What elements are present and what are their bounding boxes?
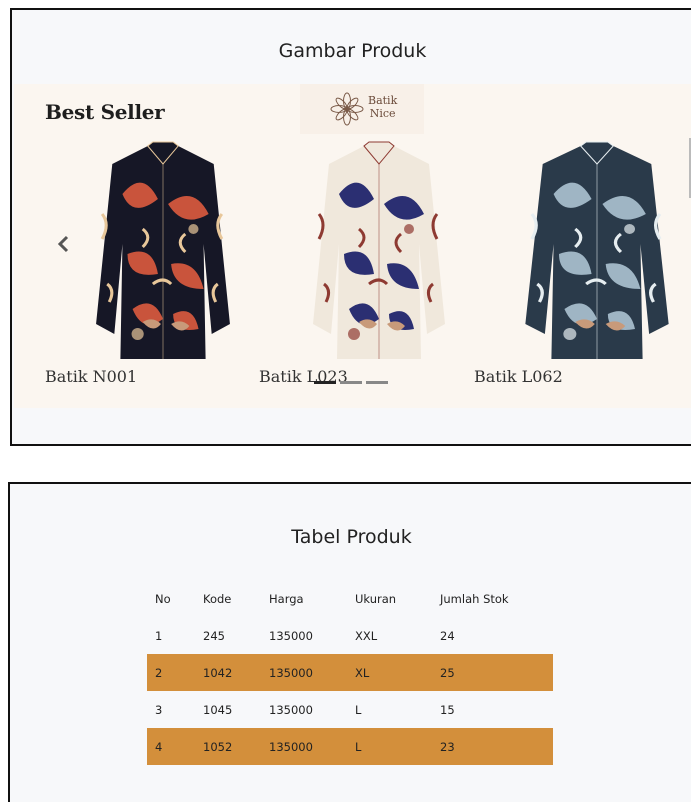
table-row: 4 1052 135000 L 23	[147, 728, 553, 765]
cell-ukuran: XXL	[355, 628, 378, 643]
table-header-row: No Kode Harga Ukuran Jumlah Stok	[147, 580, 553, 617]
table-row: 3 1045 135000 L 15	[147, 691, 553, 728]
flower-logo-icon	[330, 92, 364, 126]
header-kode: Kode	[203, 591, 232, 606]
cell-no: 2	[147, 654, 195, 691]
table-row: 1 245 135000 XXL 24	[147, 617, 553, 654]
cell-jumlah-stok: 25	[432, 654, 553, 691]
logo-wordmark: Batik Nice	[368, 94, 397, 120]
cell-kode: 1045	[203, 702, 233, 717]
cell-kode: 1042	[195, 654, 261, 691]
cell-kode: 245	[203, 628, 225, 643]
logo-line-1: Batik	[368, 94, 398, 107]
cell-harga: 135000	[269, 702, 313, 717]
header-no: No	[155, 591, 171, 606]
cell-jumlah-stok: 23	[432, 728, 553, 765]
cell-jumlah-stok: 24	[440, 628, 455, 643]
shirt-image-3[interactable]	[521, 134, 673, 364]
cell-no: 1	[155, 628, 163, 643]
product-table-card: Tabel Produk No Kode Harga Ukuran Jumlah…	[8, 482, 691, 802]
product-name-1: Batik N001	[45, 367, 138, 386]
table-title: Tabel Produk	[291, 526, 412, 548]
product-name-3: Batik L062	[474, 367, 563, 386]
cell-jumlah-stok: 15	[440, 702, 455, 717]
batik-shirt-image	[525, 141, 669, 359]
cell-harga: 135000	[269, 628, 313, 643]
cell-ukuran: L	[355, 702, 362, 717]
logo-line-2: Nice	[369, 107, 396, 120]
carousel-indicator-1[interactable]	[314, 381, 336, 384]
product-gallery-card: Gambar Produk Best Seller Batik Nice Bat…	[10, 8, 691, 446]
gallery-title: Gambar Produk	[278, 40, 427, 62]
cell-harga: 135000	[261, 728, 347, 765]
carousel-heading: Best Seller	[45, 100, 165, 124]
table-row: 2 1042 135000 XL 25	[147, 654, 553, 691]
cell-ukuran: L	[347, 728, 432, 765]
cell-kode: 1052	[195, 728, 261, 765]
carousel-prev-arrow-icon[interactable]	[56, 234, 72, 254]
carousel-indicator-2[interactable]	[340, 381, 362, 384]
header-jumlah-stok: Jumlah Stok	[440, 591, 509, 606]
cell-no: 3	[155, 702, 163, 717]
cell-harga: 135000	[261, 654, 347, 691]
shirt-image-1[interactable]	[92, 134, 234, 364]
carousel-indicator-3[interactable]	[366, 381, 388, 384]
batik-shirt-image	[313, 141, 445, 359]
product-table: No Kode Harga Ukuran Jumlah Stok 1 245 1…	[147, 580, 553, 765]
batik-shirt-image	[96, 141, 230, 359]
cell-no: 4	[147, 728, 195, 765]
brand-logo: Batik Nice	[300, 84, 424, 134]
best-seller-carousel: Best Seller Batik Nice Batik N001 Batik …	[14, 84, 691, 408]
header-harga: Harga	[269, 591, 304, 606]
cell-ukuran: XL	[347, 654, 432, 691]
shirt-image-2[interactable]	[309, 134, 449, 364]
header-ukuran: Ukuran	[355, 591, 397, 606]
